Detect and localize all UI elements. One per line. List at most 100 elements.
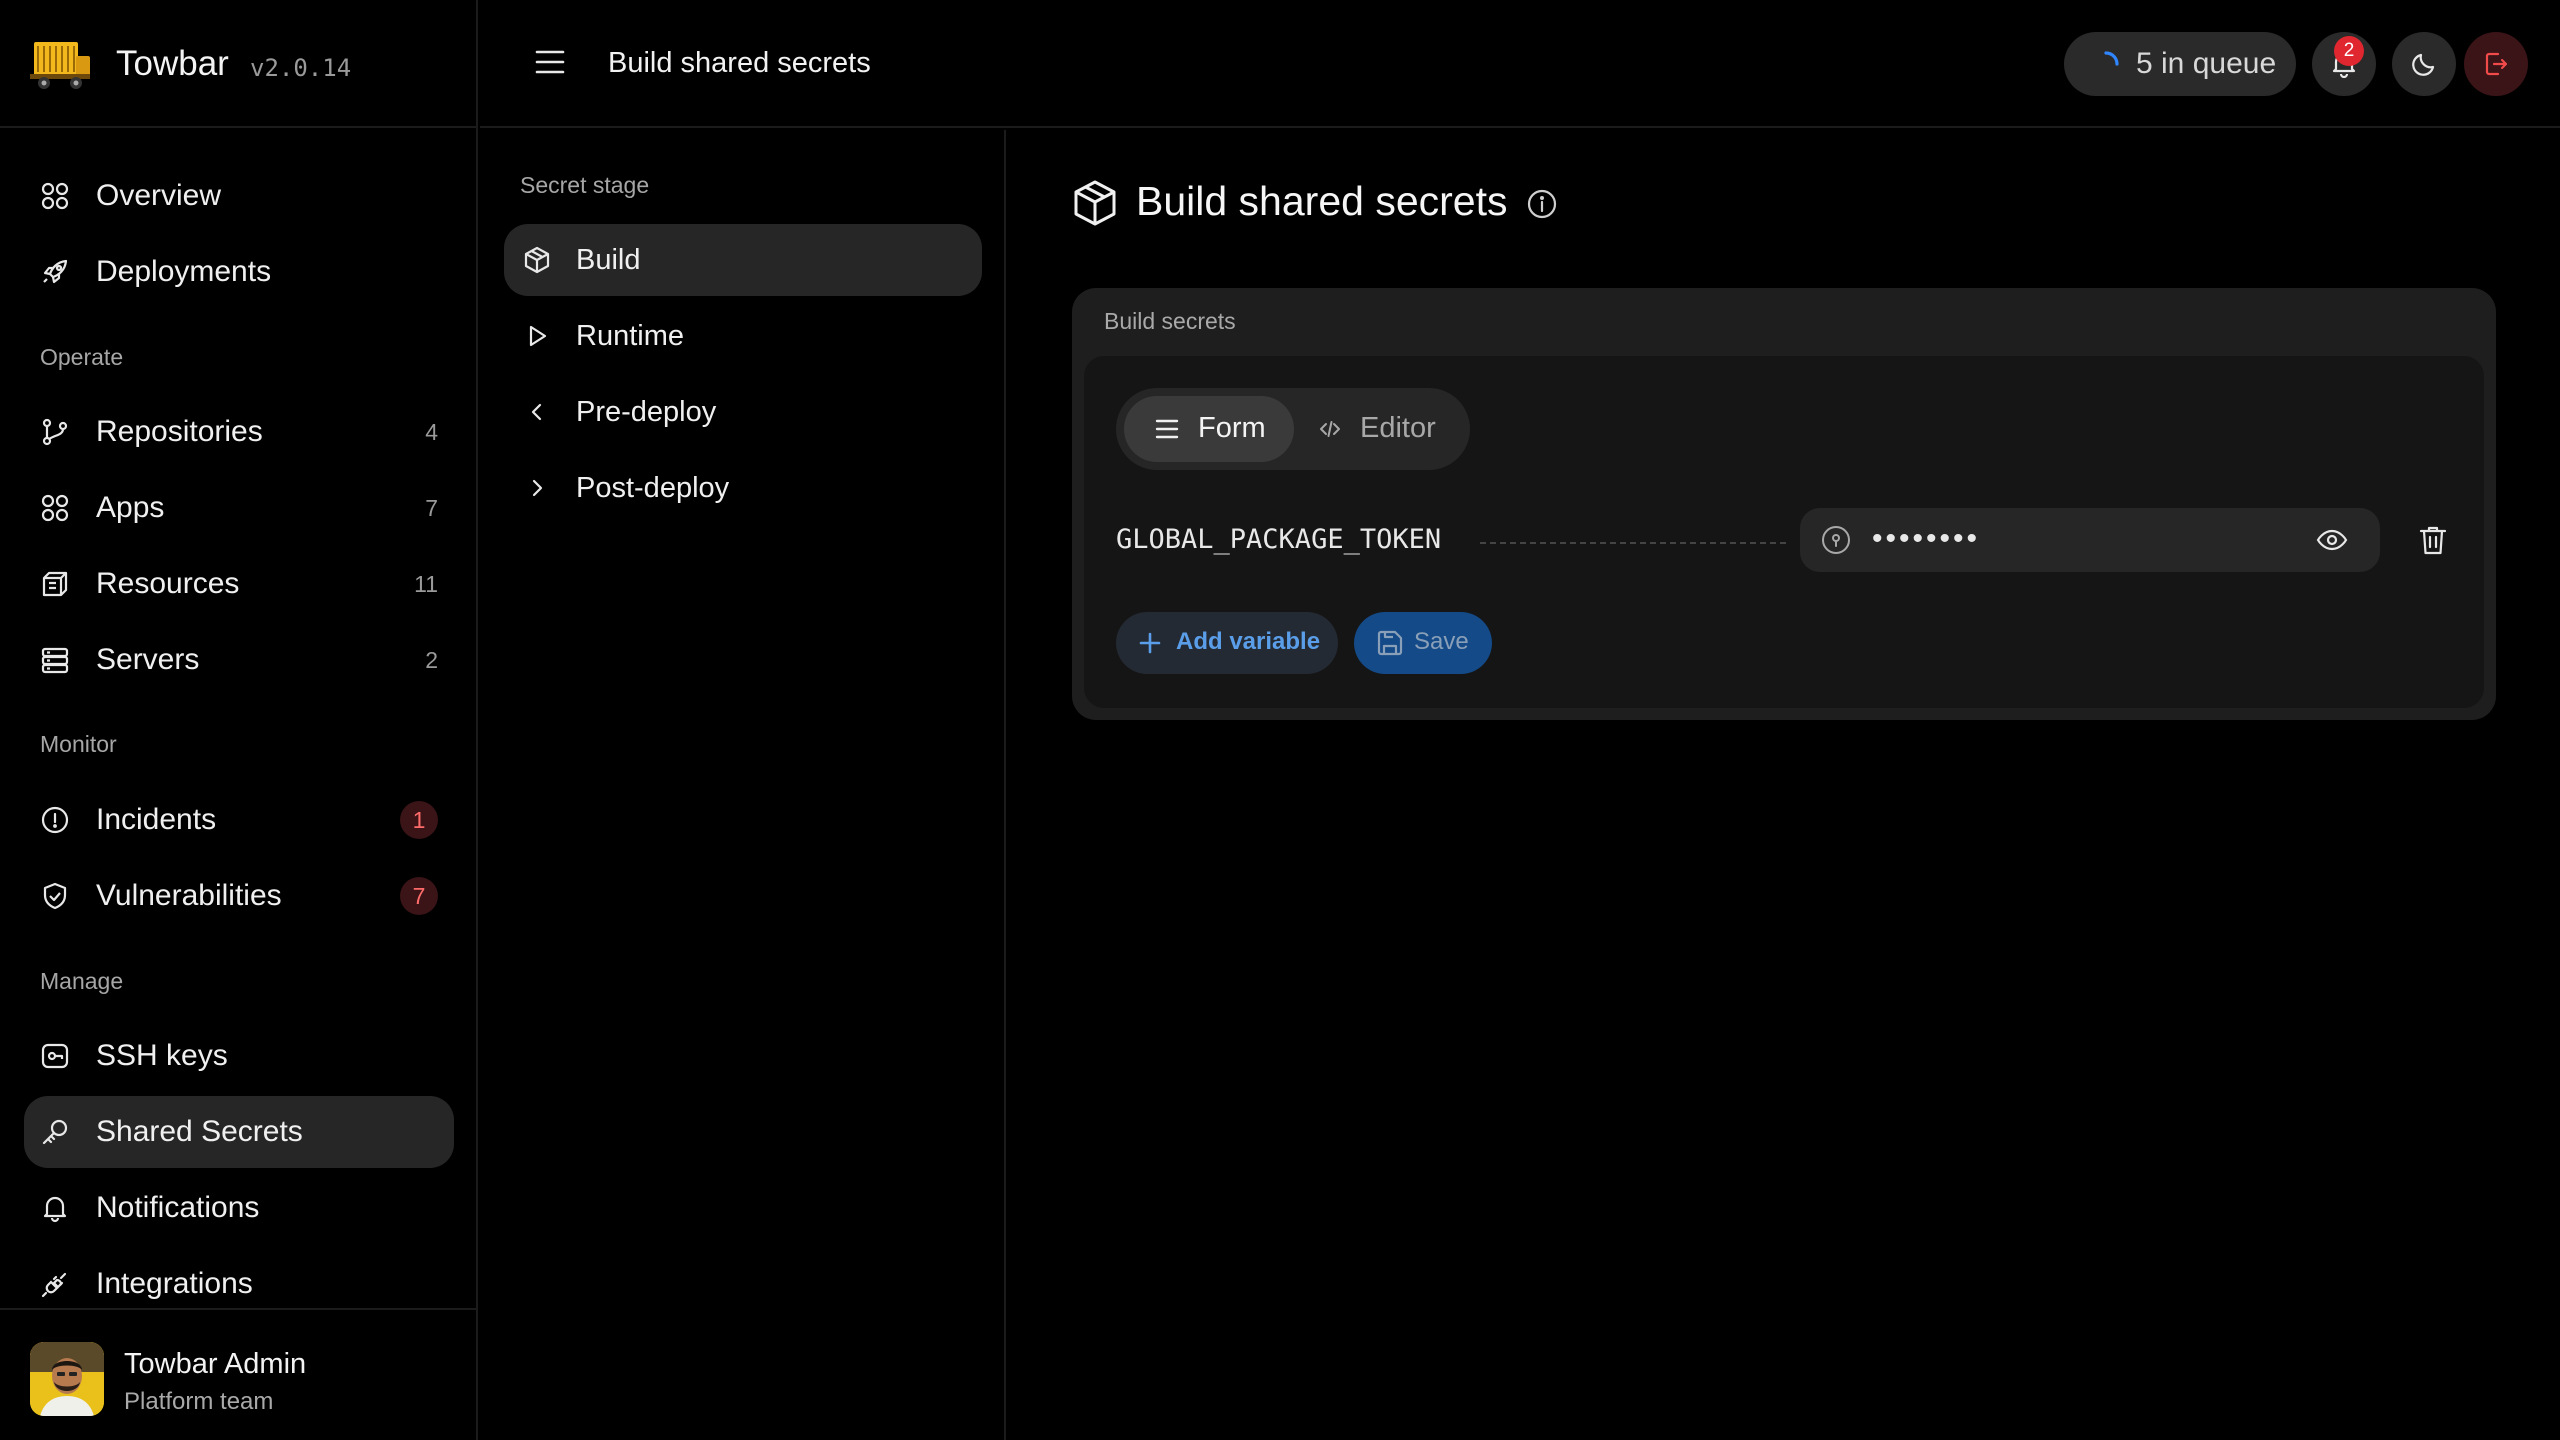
nav-item-repositories[interactable]: Repositories 4 <box>24 396 454 468</box>
stage-label: Post-deploy <box>576 472 730 504</box>
stage-label: Pre-deploy <box>576 396 717 428</box>
chevron-right-icon <box>532 479 543 497</box>
build-secrets-card: Build secrets Form Editor GLOBAL_PACKAGE… <box>1072 288 2496 720</box>
nav-label: Notifications <box>96 1191 260 1224</box>
bell-icon <box>43 1196 67 1223</box>
trash-icon[interactable] <box>2418 524 2448 556</box>
user-name: Towbar Admin <box>124 1348 307 1380</box>
avatar <box>30 1342 104 1416</box>
sidebar: Towbar v2.0.14 Overview Deployments Oper… <box>0 0 478 1440</box>
play-icon <box>529 325 547 347</box>
list-icon <box>1155 419 1179 439</box>
stage-label: Runtime <box>576 320 684 352</box>
user-profile[interactable]: Towbar Admin Platform team <box>0 1308 478 1440</box>
key-icon <box>42 1119 68 1145</box>
hamburger-menu-icon[interactable] <box>534 46 566 78</box>
nav-item-vulnerabilities[interactable]: Vulnerabilities 7 <box>24 860 454 932</box>
user-team: Platform team <box>124 1388 274 1415</box>
vulnerabilities-count-badge: 7 <box>400 877 438 915</box>
nav-label: Integrations <box>96 1267 253 1300</box>
logout-icon <box>2485 52 2508 76</box>
variable-value-field[interactable]: •••••••• <box>1800 508 2380 572</box>
nav-item-servers[interactable]: Servers 2 <box>24 624 454 696</box>
moon-icon <box>2412 53 2435 76</box>
info-icon[interactable] <box>1526 188 1558 220</box>
nav-count: 2 <box>425 646 438 673</box>
secret-stage-panel: Secret stage Build Runtime Pre-deploy Po… <box>480 130 1006 1440</box>
nav-item-ssh-keys[interactable]: SSH keys <box>24 1020 454 1092</box>
nav-item-apps[interactable]: Apps 7 <box>24 472 454 544</box>
grid-icon <box>41 182 69 210</box>
add-variable-label: Add variable <box>1176 628 1321 655</box>
nav-item-incidents[interactable]: Incidents 1 <box>24 784 454 856</box>
nav-label: SSH keys <box>96 1039 228 1072</box>
brand-header: Towbar v2.0.14 <box>0 0 478 128</box>
form-view-button[interactable]: Form <box>1124 396 1294 462</box>
terminal-icon <box>41 1043 69 1069</box>
add-variable-button[interactable]: Add variable <box>1116 612 1338 674</box>
towbar-logo-icon <box>30 38 92 90</box>
loading-spinner-icon <box>2104 51 2119 66</box>
nav-label: Repositories <box>96 415 263 448</box>
logout-button[interactable] <box>2464 32 2528 96</box>
git-branch-icon <box>42 418 68 446</box>
server-icon <box>41 647 69 674</box>
app-name: Towbar <box>116 44 229 83</box>
app-version: v2.0.14 <box>250 54 352 82</box>
top-bar: Build shared secrets 5 in queue 2 <box>480 0 2560 128</box>
database-icon <box>42 571 68 597</box>
masked-secret-value: •••••••• <box>1872 522 1981 555</box>
queue-label: 5 in queue <box>2136 47 2277 80</box>
card-label: Build secrets <box>1104 308 1236 334</box>
code-icon[interactable] <box>1318 417 1342 441</box>
editor-view-button[interactable]: Editor <box>1360 412 1436 445</box>
stage-item-build[interactable]: Build <box>504 224 982 296</box>
nav-label: Resources <box>96 567 240 600</box>
nav-label: Incidents <box>96 803 217 836</box>
plug-icon <box>41 1272 67 1298</box>
view-mode-toggle: Form Editor <box>1116 388 1470 470</box>
queue-status-button[interactable]: 5 in queue <box>2064 32 2296 96</box>
nav-label: Servers <box>96 643 200 676</box>
lock-icon <box>1822 526 1850 554</box>
rocket-icon <box>43 259 68 284</box>
variable-key: GLOBAL_PACKAGE_TOKEN <box>1116 524 1442 555</box>
nav-label: Shared Secrets <box>96 1115 303 1148</box>
alert-circle-icon <box>41 806 69 834</box>
chevron-left-icon <box>531 403 542 421</box>
nav-section-monitor: Monitor <box>40 731 117 757</box>
notification-count-badge: 2 <box>2334 36 2364 66</box>
form-view-label: Form <box>1198 412 1266 444</box>
save-label: Save <box>1414 628 1469 655</box>
shield-check-icon <box>43 882 67 910</box>
nav-label: Vulnerabilities <box>96 879 282 912</box>
page-breadcrumb-title: Build shared secrets <box>608 47 871 79</box>
nav-section-manage: Manage <box>40 968 124 994</box>
secret-stage-heading: Secret stage <box>520 172 650 198</box>
nav-label: Deployments <box>96 255 272 288</box>
nav-label: Apps <box>96 491 165 524</box>
theme-toggle-button[interactable] <box>2392 32 2456 96</box>
nav-count: 7 <box>425 494 438 521</box>
stage-item-post-deploy[interactable]: Post-deploy <box>504 452 982 524</box>
nav-count: 11 <box>414 570 438 597</box>
eye-icon[interactable] <box>2316 524 2348 556</box>
page-title: Build shared secrets <box>1136 178 1508 224</box>
plus-icon <box>1139 632 1161 654</box>
secrets-form-panel: Form Editor GLOBAL_PACKAGE_TOKEN •••••••… <box>1084 356 2484 708</box>
grid-icon <box>41 494 69 522</box>
nav-label: Overview <box>96 179 222 212</box>
nav-item-notifications[interactable]: Notifications <box>24 1172 454 1244</box>
nav-item-shared-secrets[interactable]: Shared Secrets <box>24 1096 454 1168</box>
nav-item-resources[interactable]: Resources 11 <box>24 548 454 620</box>
package-icon <box>1074 180 1116 226</box>
package-icon <box>524 246 550 274</box>
save-button[interactable]: Save <box>1354 612 1492 674</box>
save-icon <box>1377 630 1403 656</box>
stage-item-runtime[interactable]: Runtime <box>504 300 982 372</box>
stage-item-pre-deploy[interactable]: Pre-deploy <box>504 376 982 448</box>
nav-section-operate: Operate <box>40 344 124 370</box>
nav-item-overview[interactable]: Overview <box>24 160 454 232</box>
nav-item-deployments[interactable]: Deployments <box>24 236 454 308</box>
incidents-count-badge: 1 <box>400 801 438 839</box>
